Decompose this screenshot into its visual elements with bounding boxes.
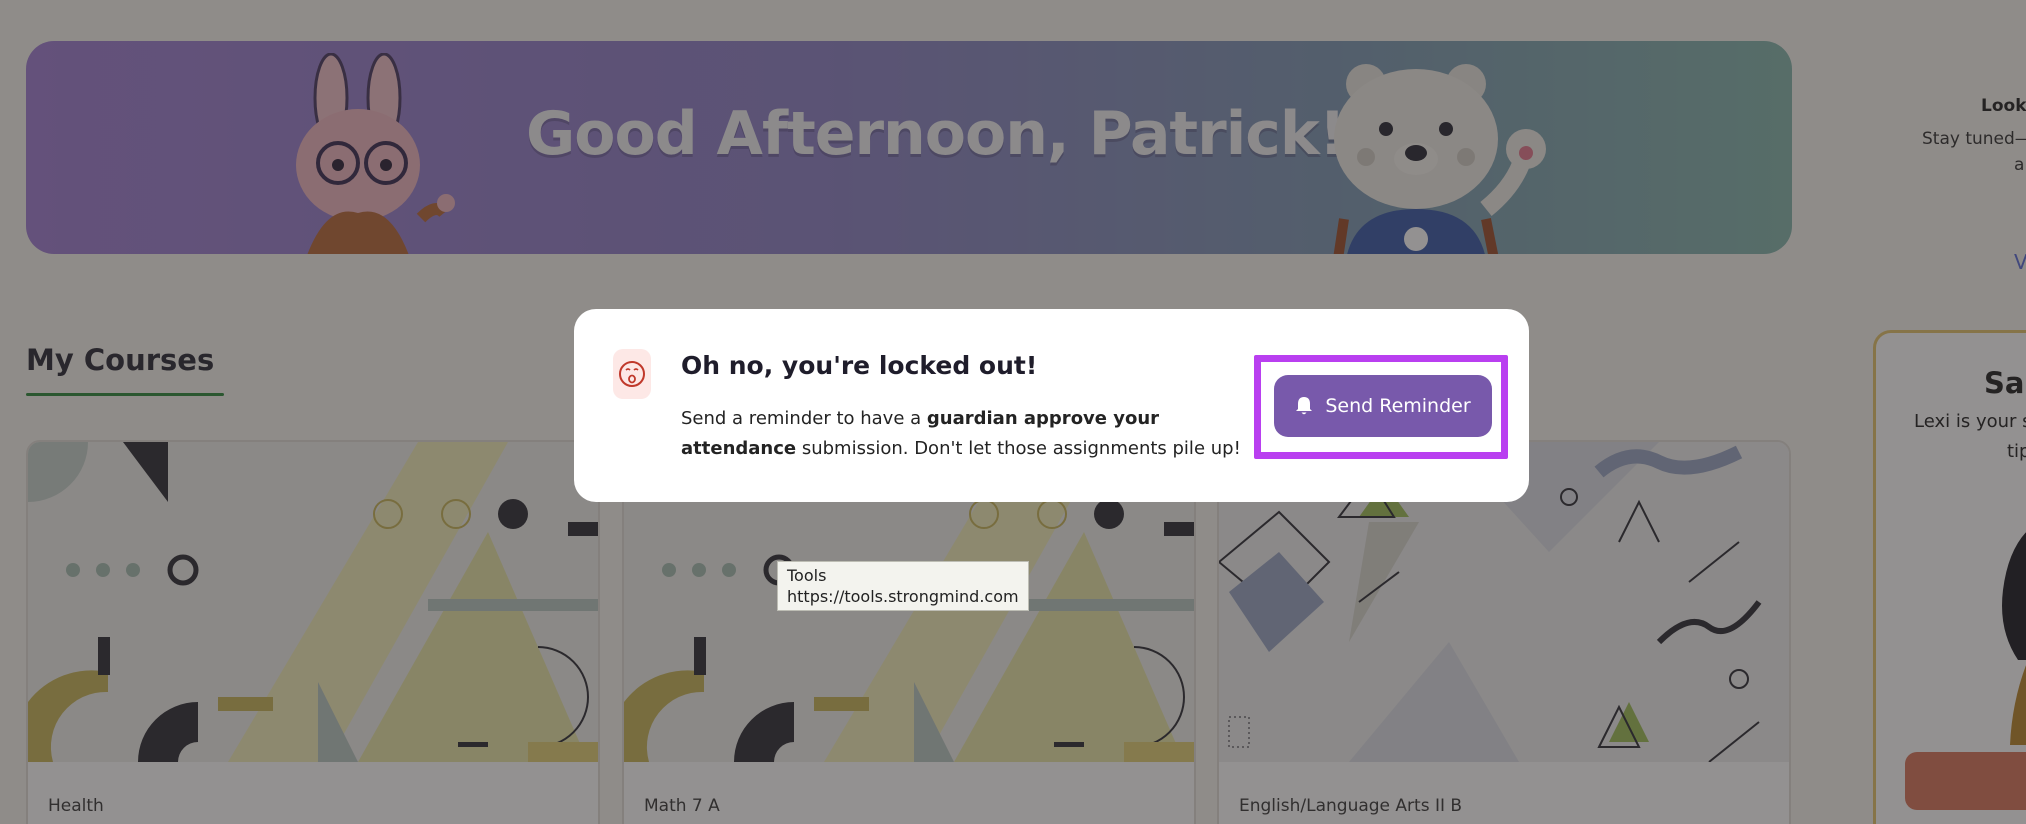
surprised-face-icon: [613, 349, 651, 399]
bell-icon: [1296, 397, 1313, 415]
page: Good Afternoon, Patrick! My Courses: [0, 0, 2026, 824]
modal-message-text-end: submission. Don't let those assignments …: [796, 438, 1241, 459]
tooltip-url: https://tools.strongmind.com: [787, 587, 1019, 606]
locked-out-modal: Oh no, you're locked out! Send a reminde…: [574, 309, 1529, 502]
send-reminder-button[interactable]: Send Reminder: [1274, 375, 1492, 437]
send-reminder-label: Send Reminder: [1325, 395, 1471, 417]
modal-title: Oh no, you're locked out!: [681, 351, 1038, 380]
tooltip-title: Tools: [787, 566, 827, 585]
link-tooltip: Tools https://tools.strongmind.com: [777, 561, 1029, 611]
modal-message: Send a reminder to have a guardian appro…: [681, 404, 1241, 464]
modal-message-text: Send a reminder to have a: [681, 408, 927, 429]
